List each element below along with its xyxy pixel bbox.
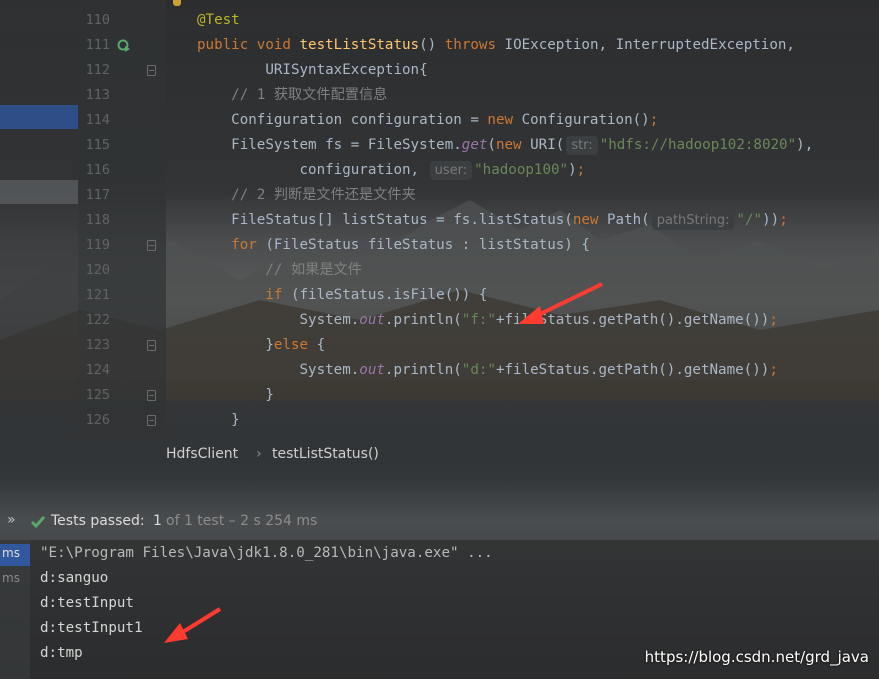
code-line[interactable]: 125 } — [0, 383, 879, 408]
code-line[interactable]: 111 public void testListStatus() throws I… — [0, 33, 879, 58]
code-editor[interactable]: 110 @Test 111 public void testListStatus() … — [0, 0, 879, 440]
console-output-line: d:testInput — [40, 595, 134, 611]
annotation-arrow-icon — [164, 607, 222, 643]
code-line[interactable]: 112 URISyntaxException{ — [0, 58, 879, 83]
test-duration-label: ms — [2, 546, 20, 560]
code-line[interactable]: 126 } — [0, 408, 879, 433]
breadcrumb-method[interactable]: testListStatus() — [272, 446, 379, 462]
code-text: Configuration configuration = new Config… — [197, 112, 659, 128]
code-line[interactable]: 124 System.out.println("d:"+fileStatus.g… — [0, 358, 879, 383]
line-number: 110 — [85, 12, 110, 28]
code-line[interactable]: 115 FileSystem fs = FileSystem.get(new U… — [0, 133, 879, 158]
line-number: 117 — [85, 187, 110, 203]
code-line[interactable]: 118 FileStatus[] listStatus = fs.listSta… — [0, 208, 879, 233]
console-command-line: "E:\Program Files\Java\jdk1.8.0_281\bin\… — [40, 545, 493, 561]
line-number: 116 — [85, 162, 110, 178]
test-status-bar: » Tests passed: 1 of 1 test – 2 s 254 ms — [0, 506, 879, 538]
parameter-hint: pathString: — [651, 211, 735, 230]
line-number: 120 — [85, 262, 110, 278]
parameter-hint: user: — [429, 161, 473, 180]
tests-passed-count: 1 — [153, 513, 162, 529]
console-output-line: d:tmp — [40, 645, 83, 661]
code-text: // 2 判断是文件还是文件夹 — [197, 187, 416, 203]
code-text: configuration, user: "hadoop100"); — [197, 161, 586, 180]
code-line[interactable]: 122 System.out.println("f:"+fileStatus.g… — [0, 308, 879, 333]
console-output-line: d:testInput1 — [40, 620, 143, 636]
breadcrumb: HdfsClient › testListStatus() — [0, 440, 879, 470]
code-text: public void testListStatus() throws IOEx… — [197, 37, 795, 53]
fold-icon[interactable] — [147, 415, 156, 426]
code-line[interactable]: 121 if (fileStatus.isFile()) { — [0, 283, 879, 308]
code-line[interactable]: 123 }else { — [0, 333, 879, 358]
code-text: for (FileStatus fileStatus : listStatus)… — [197, 237, 590, 253]
line-number: 118 — [85, 212, 110, 228]
lightbulb-icon[interactable] — [173, 0, 181, 6]
code-text: System.out.println("f:"+fileStatus.getPa… — [197, 312, 778, 328]
breadcrumb-separator: › — [256, 446, 262, 462]
line-number: 125 — [85, 387, 110, 403]
line-number: 119 — [85, 237, 110, 253]
fold-icon[interactable] — [147, 65, 156, 76]
fold-icon[interactable] — [147, 340, 156, 351]
line-number: 114 — [85, 112, 110, 128]
tests-detail: of 1 test – 2 s 254 ms — [166, 513, 318, 529]
line-number: 122 — [85, 312, 110, 328]
code-text: // 如果是文件 — [197, 262, 362, 278]
fold-icon[interactable] — [147, 240, 156, 251]
code-text: }else { — [197, 337, 326, 353]
console-tree: ms ms — [0, 540, 30, 679]
code-text: FileSystem fs = FileSystem.get(new URI(s… — [197, 136, 814, 155]
watermark: https://blog.csdn.net/grd_java — [644, 648, 869, 666]
check-icon — [30, 516, 46, 529]
code-line[interactable]: 119 for (FileStatus fileStatus : listSta… — [0, 233, 879, 258]
code-text: URISyntaxException{ — [197, 62, 428, 78]
expand-icon[interactable]: » — [7, 512, 16, 528]
code-text: System.out.println("d:"+fileStatus.getPa… — [197, 362, 778, 378]
code-text: @Test — [197, 12, 240, 28]
line-number: 115 — [85, 137, 110, 153]
annotation-arrow-icon — [518, 282, 603, 324]
line-number: 123 — [85, 337, 110, 353]
line-number: 121 — [85, 287, 110, 303]
code-text: // 1 获取文件配置信息 — [197, 87, 388, 103]
code-line[interactable]: 116 configuration, user: "hadoop100"); — [0, 158, 879, 183]
line-number: 111 — [85, 37, 110, 53]
line-number: 124 — [85, 362, 110, 378]
code-line[interactable]: 120 // 如果是文件 — [0, 258, 879, 283]
parameter-hint: str: — [566, 136, 598, 155]
code-text: FileStatus[] listStatus = fs.listStatus(… — [197, 211, 788, 230]
code-line[interactable]: 114 Configuration configuration = new Co… — [0, 108, 879, 133]
code-line[interactable]: 110 @Test — [0, 8, 879, 33]
code-text: } — [197, 412, 240, 428]
breadcrumb-class[interactable]: HdfsClient — [166, 446, 238, 462]
line-number: 112 — [85, 62, 110, 78]
code-text: } — [197, 387, 274, 403]
code-line[interactable]: 117 // 2 判断是文件还是文件夹 — [0, 183, 879, 208]
tests-passed-label: Tests passed: — [51, 513, 145, 529]
code-text: if (fileStatus.isFile()) { — [197, 287, 488, 303]
line-number: 126 — [85, 412, 110, 428]
test-duration-label: ms — [2, 571, 20, 585]
console-output-line: d:sanguo — [40, 570, 109, 586]
fold-icon[interactable] — [147, 390, 156, 401]
line-number: 113 — [85, 87, 110, 103]
code-line[interactable]: 113 // 1 获取文件配置信息 — [0, 83, 879, 108]
